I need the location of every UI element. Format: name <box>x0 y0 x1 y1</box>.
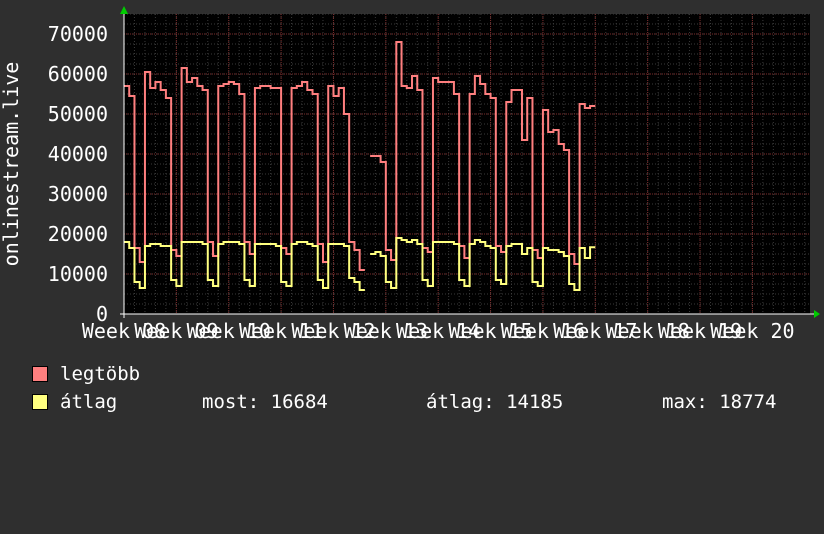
legend-max: legtöbb <box>32 362 140 386</box>
y-axis-ticks: 010000200003000040000500006000070000 <box>48 22 108 326</box>
x-tick-label: Week 20 <box>710 319 794 343</box>
y-axis-label: onlinestream.live <box>0 62 23 267</box>
y-axis-arrow-icon <box>120 6 128 14</box>
y-tick-label: 30000 <box>48 182 108 206</box>
y-tick-label: 10000 <box>48 262 108 286</box>
stat-most: most: 16684 <box>202 391 328 413</box>
legend-avg-swatch <box>32 394 48 410</box>
y-tick-label: 20000 <box>48 222 108 246</box>
x-axis-ticks: Week 08Week 09Week 10Week 11Week 12Week … <box>82 319 795 343</box>
legend-max-swatch <box>32 366 48 382</box>
y-tick-label: 70000 <box>48 22 108 46</box>
stat-atlag: átlag: 14185 <box>426 391 564 413</box>
stat-max: max: 18774 <box>662 391 777 413</box>
legend-avg-label: átlag <box>60 391 118 413</box>
x-axis-arrow-icon <box>814 310 820 318</box>
chart: 010000200003000040000500006000070000 Wee… <box>0 6 820 343</box>
y-tick-label: 50000 <box>48 102 108 126</box>
legend-avg: átlag most: 16684 átlag: 14185 max: 1877… <box>32 390 822 414</box>
legend-max-label: legtöbb <box>60 363 141 385</box>
y-tick-label: 60000 <box>48 62 108 86</box>
y-tick-label: 40000 <box>48 142 108 166</box>
